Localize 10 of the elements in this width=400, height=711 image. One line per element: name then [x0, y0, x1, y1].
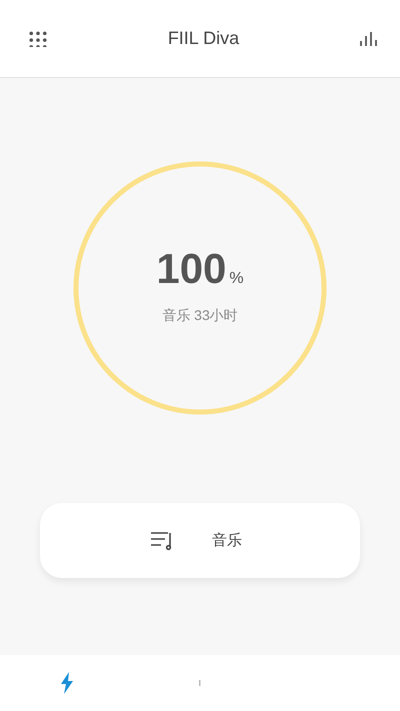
lightning-icon[interactable]	[60, 672, 74, 694]
menu-icon[interactable]	[29, 30, 47, 46]
equalizer-icon[interactable]	[360, 32, 378, 46]
mode-card[interactable]: 音乐	[40, 503, 360, 578]
mode-label: 音乐	[212, 531, 242, 550]
battery-percent: 100	[156, 245, 226, 293]
window-title: FIIL Diva	[168, 28, 240, 49]
playtime-caption: 音乐 33小时	[162, 307, 238, 325]
playlist-icon	[150, 530, 174, 550]
percent-unit: %	[229, 270, 244, 288]
